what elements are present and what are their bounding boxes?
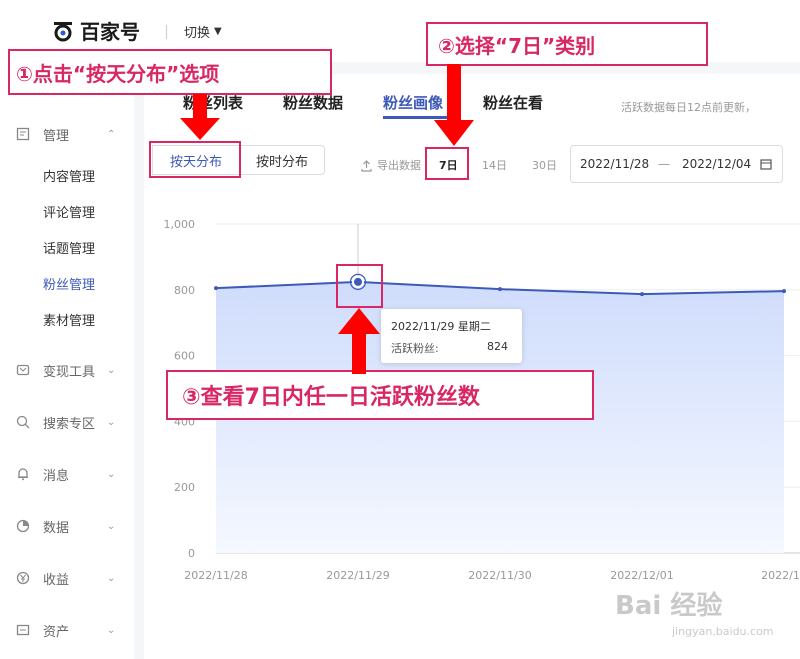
asset-card-icon [16,624,30,636]
sidebar-group-label: 数据 [43,520,70,536]
range-14-days[interactable]: 14日 [482,157,507,173]
y-tick-label: 1,000 [164,218,196,231]
upload-icon [361,159,372,172]
y-tick-label: 200 [174,481,195,494]
sidebar-group-income[interactable]: 收益 ⌄ [0,563,134,593]
chevron-up-icon: ⌃ [107,128,116,140]
sidebar-group-label: 变现工具 [43,364,96,380]
sidebar-item-materials[interactable]: 素材管理 [43,310,95,329]
switch-label: 切换 [184,26,211,41]
highlight-by-day [149,141,241,178]
arrow-down-step2-icon [434,64,474,146]
bell-icon [18,468,28,481]
update-note: 活跃数据每日12点前更新， [621,101,756,114]
baidu-jingyan-watermark: Bai 经验 [615,591,723,621]
data-point[interactable] [498,287,502,292]
wallet-icon [16,364,30,376]
export-data-button[interactable]: 导出数据 [360,157,421,173]
sidebar-item-content[interactable]: 内容管理 [43,166,95,185]
sidebar-group-assets[interactable]: 资产 ⌄ [0,615,134,645]
sidebar-group-label: 搜索专区 [43,416,96,432]
chevron-down-icon: ⌄ [107,624,116,636]
tooltip-date: 2022/11/29 星期二 [391,320,491,333]
sidebar-group-manage[interactable]: 管理 ⌃ [0,119,134,149]
chevron-down-icon: ⌄ [107,520,116,532]
chevron-down-icon: ⌄ [107,416,116,428]
brand-logo[interactable]: 百家号 [52,16,140,45]
watermark-url: jingyan.baidu.com [672,625,774,638]
x-tick-label: 2022/12 [761,569,800,582]
annotation-step-2: ②选择“7日”类别 [426,22,708,66]
y-tick-label: 0 [188,547,195,560]
header-divider [166,25,167,39]
pie-chart-icon [16,519,30,533]
switch-account-button[interactable]: 切换 ▼ [184,22,222,41]
by-hour-button[interactable]: 按时分布 [239,145,325,175]
y-tick-label: 800 [174,284,195,297]
date-range-picker[interactable]: 2022/11/28 — 2022/12/04 [570,145,783,183]
sidebar-group-messages[interactable]: 消息 ⌄ [0,459,134,489]
annotation-step-3: ③查看7日内任一日活跃粉丝数 [166,370,594,420]
baijiahao-logo-icon [54,21,72,41]
sidebar-group-label: 资产 [43,624,70,640]
data-point[interactable] [214,286,218,291]
data-point[interactable] [640,292,644,297]
data-point[interactable] [782,289,786,294]
x-tick-label: 2022/11/29 [326,569,389,582]
chevron-down-icon: ⌄ [107,364,116,376]
range-30-days[interactable]: 30日 [532,157,557,173]
arrow-down-step1-icon [180,94,220,140]
arrow-up-step3-icon [338,308,380,374]
sidebar-item-topics[interactable]: 话题管理 [43,238,95,257]
date-end: 2022/12/04 [682,157,752,171]
highlight-7-days [425,147,469,180]
annotation-step-1: ①点击“按天分布”选项 [8,49,332,95]
x-tick-label: 2022/11/28 [184,569,247,582]
calendar-icon [760,159,772,170]
brand-name: 百家号 [80,20,140,44]
x-tick-label: 2022/11/30 [468,569,531,582]
x-tick-label: 2022/12/01 [610,569,673,582]
export-label: 导出数据 [377,159,421,172]
sidebar-group-label: 收益 [43,572,70,588]
tab-fans-data[interactable]: 粉丝数据 [283,92,343,113]
sidebar-group-label: 消息 [43,468,70,484]
tooltip-value: 824 [487,340,508,353]
date-start: 2022/11/28 [580,157,650,171]
yen-icon [16,571,30,585]
chevron-down-icon: ⌄ [107,468,116,480]
sidebar-item-comments[interactable]: 评论管理 [43,202,95,221]
chart-tooltip: 2022/11/29 星期二 活跃粉丝: 824 [381,309,522,363]
search-icon [16,415,30,429]
sidebar-item-fans[interactable]: 粉丝管理 [43,274,95,293]
sidebar-group-monetize[interactable]: 变现工具 ⌄ [0,355,134,385]
tooltip-metric-label: 活跃粉丝: [391,342,439,355]
sidebar-group-label: 管理 [43,128,70,144]
chevron-down-icon: ⌄ [107,572,116,584]
y-tick-label: 600 [174,350,195,363]
highlight-data-point [336,264,383,308]
tab-fans-watching[interactable]: 粉丝在看 [483,92,543,113]
sidebar-group-search[interactable]: 搜索专区 ⌄ [0,407,134,437]
document-icon [16,127,30,141]
sidebar-group-data[interactable]: 数据 ⌄ [0,511,134,541]
date-separator: — [658,157,670,171]
chevron-down-icon: ▼ [214,26,222,37]
